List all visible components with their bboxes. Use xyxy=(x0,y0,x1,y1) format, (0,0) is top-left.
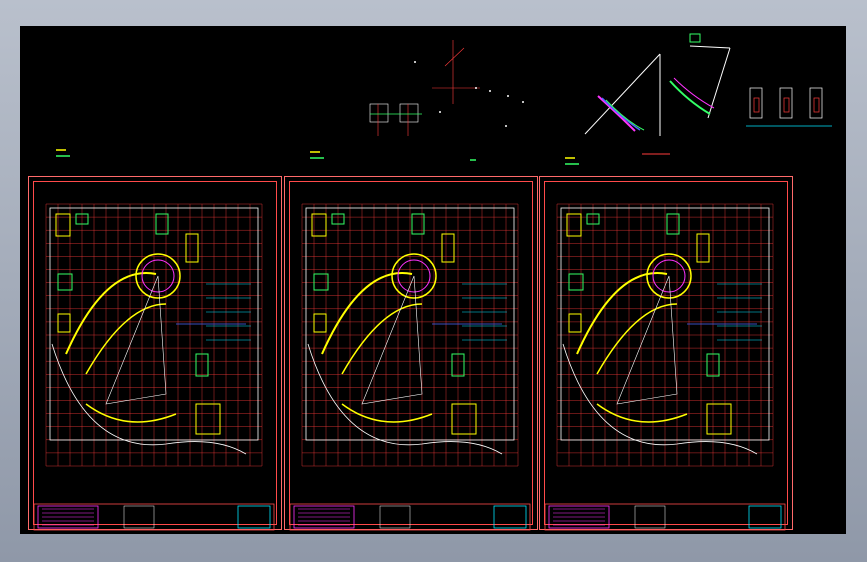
cad-model-space[interactable] xyxy=(20,26,846,534)
title-block xyxy=(289,503,531,531)
floor-plan-2 xyxy=(289,203,531,531)
title-block xyxy=(544,503,786,531)
floor-plan-1 xyxy=(33,203,275,531)
floor-plans xyxy=(33,203,786,531)
title-block xyxy=(33,503,275,531)
floor-plan-3 xyxy=(544,203,786,531)
